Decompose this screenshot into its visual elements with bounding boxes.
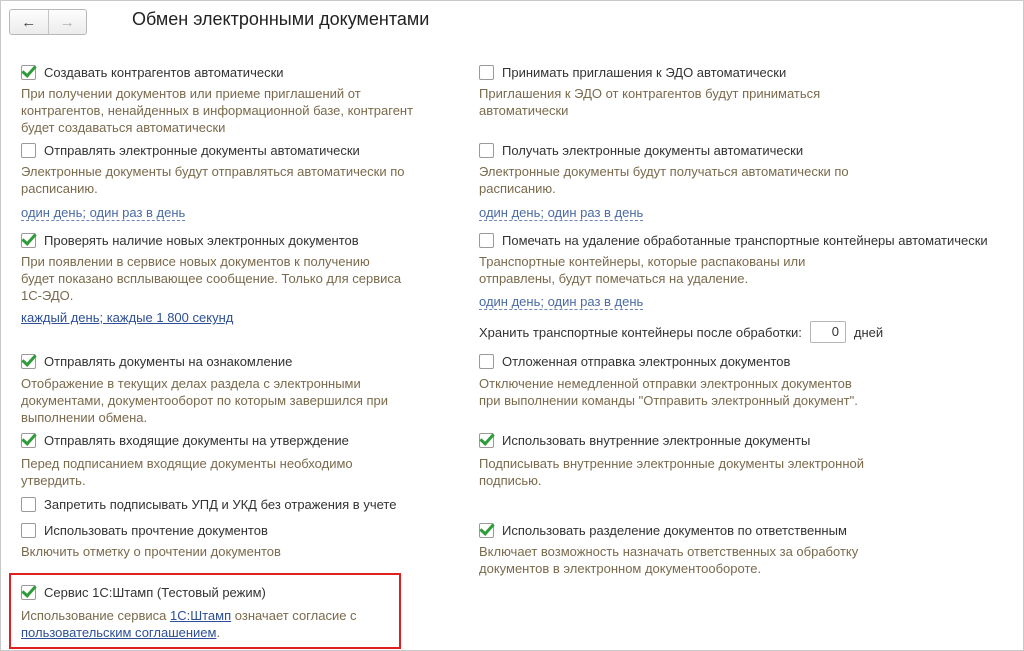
checkbox-label: Создавать контрагентов автоматически bbox=[44, 64, 284, 80]
arrow-left-icon: ← bbox=[21, 13, 37, 31]
delayed-send-hint: Отключение немедленной отправки электрон… bbox=[479, 376, 858, 408]
send-approval-checkbox[interactable]: Отправлять входящие документы на утвержд… bbox=[21, 430, 349, 450]
checkbox-icon[interactable] bbox=[21, 432, 36, 448]
receive-auto-schedule-link[interactable]: один день; один раз в день bbox=[479, 205, 644, 221]
use-reading-checkbox[interactable]: Использовать прочтение документов bbox=[21, 520, 268, 540]
mark-delete-hint: Транспортные контейнеры, которые распако… bbox=[479, 254, 806, 286]
receive-auto-checkbox[interactable]: Получать электронные документы автоматич… bbox=[479, 140, 803, 160]
send-auto-schedule-link[interactable]: один день; один раз в день bbox=[21, 205, 186, 221]
send-review-checkbox[interactable]: Отправлять документы на ознакомление bbox=[21, 351, 292, 371]
responsible-split-hint: Включает возможность назначать ответстве… bbox=[479, 544, 859, 576]
checkbox-label: Сервис 1С:Штамп (Тестовый режим) bbox=[44, 584, 266, 600]
checkbox-label: Отправлять электронные документы автомат… bbox=[44, 142, 360, 158]
receive-auto-hint: Электронные документы будут получаться а… bbox=[479, 164, 849, 196]
checkbox-label: Принимать приглашения к ЭДО автоматическ… bbox=[502, 64, 787, 80]
checkbox-icon[interactable] bbox=[21, 522, 36, 538]
checkbox-label: Отложенная отправка электронных документ… bbox=[502, 353, 791, 369]
checkbox-icon[interactable] bbox=[21, 232, 36, 248]
internal-docs-checkbox[interactable]: Использовать внутренние электронные доку… bbox=[479, 430, 810, 450]
checkbox-icon[interactable] bbox=[21, 496, 36, 512]
check-new-hint: При появлении в сервисе новых документов… bbox=[21, 254, 402, 303]
accept-invites-checkbox[interactable]: Принимать приглашения к ЭДО автоматическ… bbox=[479, 62, 786, 82]
send-review-hint: Отображение в текущих делах раздела с эл… bbox=[21, 376, 389, 425]
checkbox-label: Использовать разделение документов по от… bbox=[502, 522, 847, 538]
back-button[interactable]: ← bbox=[10, 10, 49, 34]
checkbox-icon[interactable] bbox=[479, 353, 494, 369]
checkbox-label: Использовать прочтение документов bbox=[44, 522, 268, 538]
forward-button[interactable]: → bbox=[49, 10, 87, 34]
store-days-unit: дней bbox=[853, 324, 884, 340]
checkbox-icon[interactable] bbox=[21, 142, 36, 158]
check-new-schedule-link[interactable]: каждый день; каждые 1 800 секунд bbox=[21, 310, 233, 325]
store-days-input[interactable]: 0 bbox=[809, 321, 846, 343]
page-title: Обмен электронными документами bbox=[132, 9, 430, 29]
checkbox-label: Помечать на удаление обработанные трансп… bbox=[502, 232, 988, 248]
use-reading-hint: Включить отметку о прочтении документов bbox=[21, 544, 281, 559]
stamp-service-checkbox[interactable]: Сервис 1С:Штамп (Тестовый режим) bbox=[21, 582, 266, 602]
mark-delete-checkbox[interactable]: Помечать на удаление обработанные трансп… bbox=[479, 230, 988, 250]
checkbox-icon[interactable] bbox=[21, 584, 36, 600]
store-containers-label: Хранить транспортные контейнеры после об… bbox=[479, 324, 802, 340]
user-agreement-link[interactable]: пользовательским соглашением bbox=[21, 625, 216, 640]
send-auto-checkbox[interactable]: Отправлять электронные документы автомат… bbox=[21, 140, 360, 160]
checkbox-label: Получать электронные документы автоматич… bbox=[502, 142, 804, 158]
checkbox-label: Использовать внутренние электронные доку… bbox=[502, 432, 811, 448]
stamp-service-link[interactable]: 1С:Штамп bbox=[170, 608, 231, 623]
forbid-sign-checkbox[interactable]: Запретить подписывать УПД и УКД без отра… bbox=[21, 494, 396, 514]
checkbox-icon[interactable] bbox=[479, 232, 494, 248]
accept-invites-hint: Приглашения к ЭДО от контрагентов будут … bbox=[479, 86, 821, 118]
create-counterparties-hint: При получении документов или приеме приг… bbox=[21, 86, 414, 135]
nav-buttons: ← → bbox=[9, 9, 87, 35]
internal-docs-hint: Подписывать внутренние электронные докум… bbox=[479, 456, 864, 488]
create-counterparties-checkbox[interactable]: Создавать контрагентов автоматически bbox=[21, 62, 284, 82]
send-auto-hint: Электронные документы будут отправляться… bbox=[21, 164, 405, 196]
responsible-split-checkbox[interactable]: Использовать разделение документов по от… bbox=[479, 520, 847, 540]
checkbox-icon[interactable] bbox=[479, 142, 494, 158]
checkbox-icon[interactable] bbox=[21, 353, 36, 369]
checkbox-icon[interactable] bbox=[479, 64, 494, 80]
checkbox-label: Отправлять входящие документы на утвержд… bbox=[44, 432, 349, 448]
checkbox-icon[interactable] bbox=[479, 432, 494, 448]
checkbox-label: Проверять наличие новых электронных доку… bbox=[44, 232, 359, 248]
store-containers-row: Хранить транспортные контейнеры после об… bbox=[479, 321, 883, 343]
checkbox-icon[interactable] bbox=[479, 522, 494, 538]
checkbox-icon[interactable] bbox=[21, 64, 36, 80]
check-new-checkbox[interactable]: Проверять наличие новых электронных доку… bbox=[21, 230, 359, 250]
arrow-right-icon: → bbox=[59, 13, 75, 31]
checkbox-label: Запретить подписывать УПД и УКД без отра… bbox=[44, 496, 397, 512]
delayed-send-checkbox[interactable]: Отложенная отправка электронных документ… bbox=[479, 351, 790, 371]
mark-delete-schedule-link[interactable]: один день; один раз в день bbox=[479, 294, 644, 310]
stamp-service-hint: Использование сервиса 1С:Штамп означает … bbox=[21, 608, 357, 640]
send-approval-hint: Перед подписанием входящие документы нео… bbox=[21, 456, 353, 488]
checkbox-label: Отправлять документы на ознакомление bbox=[44, 353, 293, 369]
